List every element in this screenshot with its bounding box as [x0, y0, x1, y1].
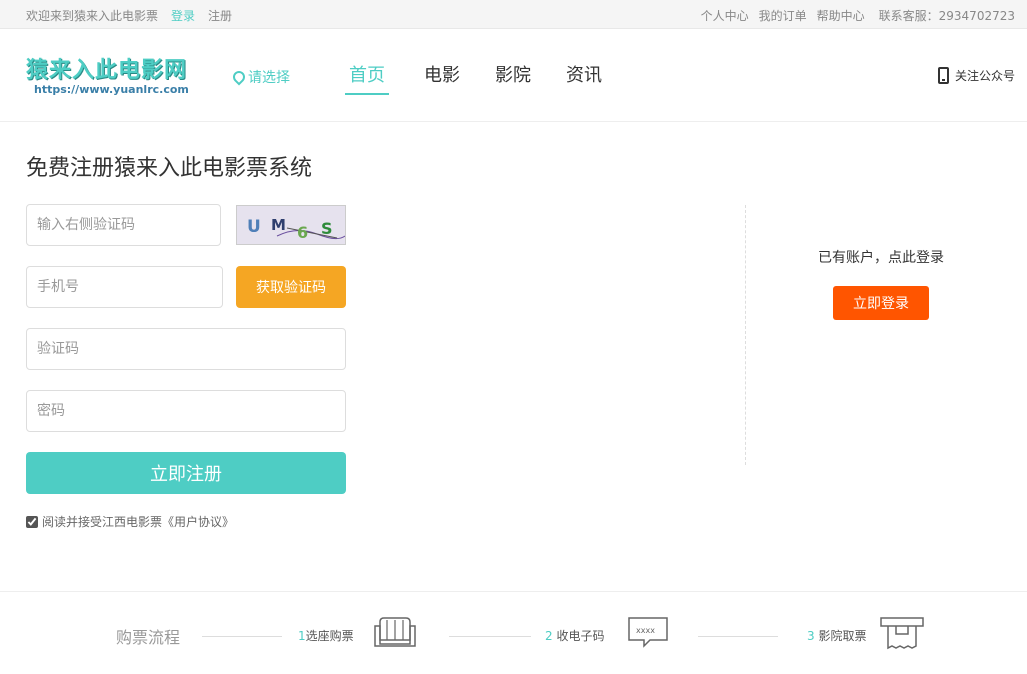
my-orders-link[interactable]: 我的订单 [759, 7, 807, 24]
captcha-image[interactable]: U M 6 S [236, 205, 346, 245]
logo-url: https://www.yuanlrc.com [34, 83, 189, 96]
page-title: 免费注册猿来入此电影票系统 [26, 156, 313, 181]
site-header: 猿来入此电影网 https://www.yuanlrc.com 请选择 首页 电… [0, 29, 1027, 122]
top-bar-left: 欢迎来到猿来入此电影票 登录 注册 [26, 7, 232, 24]
step-number: 2 [545, 629, 553, 643]
sms-code-input[interactable] [26, 328, 346, 370]
step-label: 影院取票 [818, 629, 867, 643]
top-bar: 欢迎来到猿来入此电影票 登录 注册 个人中心 我的订单 帮助中心 联系客服：29… [0, 0, 1027, 29]
phone-input[interactable] [26, 266, 223, 308]
welcome-text: 欢迎来到猿来入此电影票 [26, 9, 159, 23]
sms-icon: xxxx [628, 617, 668, 648]
ticket-machine-icon [880, 617, 924, 650]
step-number: 1 [298, 629, 306, 643]
process-line [698, 636, 778, 637]
get-code-button[interactable]: 获取验证码 [236, 266, 346, 308]
agreement-checkbox[interactable] [26, 515, 38, 528]
login-now-button[interactable]: 立即登录 [833, 286, 929, 320]
main-nav: 首页 电影 影院 资讯 [345, 61, 602, 95]
password-input[interactable] [26, 390, 346, 432]
step-label: 收电子码 [556, 629, 605, 643]
phone-icon [937, 67, 949, 84]
logo-name: 猿来入此电影网 [26, 58, 188, 83]
captcha-char-1: U [247, 217, 261, 237]
nav-cinemas[interactable]: 影院 [495, 61, 531, 95]
nav-home[interactable]: 首页 [345, 61, 389, 95]
city-selector[interactable]: 请选择 [232, 67, 290, 87]
personal-center-link[interactable]: 个人中心 [701, 7, 749, 24]
site-logo[interactable]: 猿来入此电影网 https://www.yuanlrc.com [26, 58, 189, 96]
process-step-2: 2 收电子码 [545, 627, 604, 644]
top-bar-right: 个人中心 我的订单 帮助中心 联系客服：2934702723 [701, 7, 1015, 24]
process-line [449, 636, 531, 637]
captcha-graphic: U M 6 S [237, 206, 345, 244]
vertical-divider [745, 205, 746, 465]
follow-official-account[interactable]: 关注公众号 [937, 67, 1015, 84]
follow-label: 关注公众号 [954, 69, 1015, 83]
top-register-link[interactable]: 注册 [208, 7, 232, 24]
step-label: 选座购票 [305, 629, 354, 643]
service-contact: 联系客服：2934702723 [878, 9, 1015, 23]
captcha-char-2: M [271, 216, 286, 234]
agreement: 阅读并接受江西电影票《用户协议》 [26, 513, 234, 530]
sms-icon-text: xxxx [636, 626, 655, 635]
process-title: 购票流程 [116, 628, 181, 647]
city-label: 请选择 [248, 70, 290, 86]
seat-icon [374, 617, 416, 647]
have-account-text: 已有账户，点此登录 [818, 250, 944, 266]
process-line [202, 636, 282, 637]
top-login-link[interactable]: 登录 [171, 7, 195, 24]
captcha-char-3: 6 [297, 223, 308, 242]
process-step-1: 1选座购票 [298, 627, 354, 644]
register-button[interactable]: 立即注册 [26, 452, 346, 494]
process-step-3: 3 影院取票 [807, 627, 866, 644]
agreement-text[interactable]: 阅读并接受江西电影票《用户协议》 [42, 513, 234, 530]
nav-news[interactable]: 资讯 [566, 61, 602, 95]
step-number: 3 [807, 629, 815, 643]
help-center-link[interactable]: 帮助中心 [817, 7, 865, 24]
ticket-process: 购票流程 1选座购票 2 收电子码 xxxx 3 影院取票 [0, 591, 1027, 674]
nav-movies[interactable]: 电影 [424, 61, 460, 95]
captcha-char-4: S [321, 219, 333, 238]
captcha-input[interactable] [26, 204, 221, 246]
location-pin-icon [232, 71, 242, 84]
